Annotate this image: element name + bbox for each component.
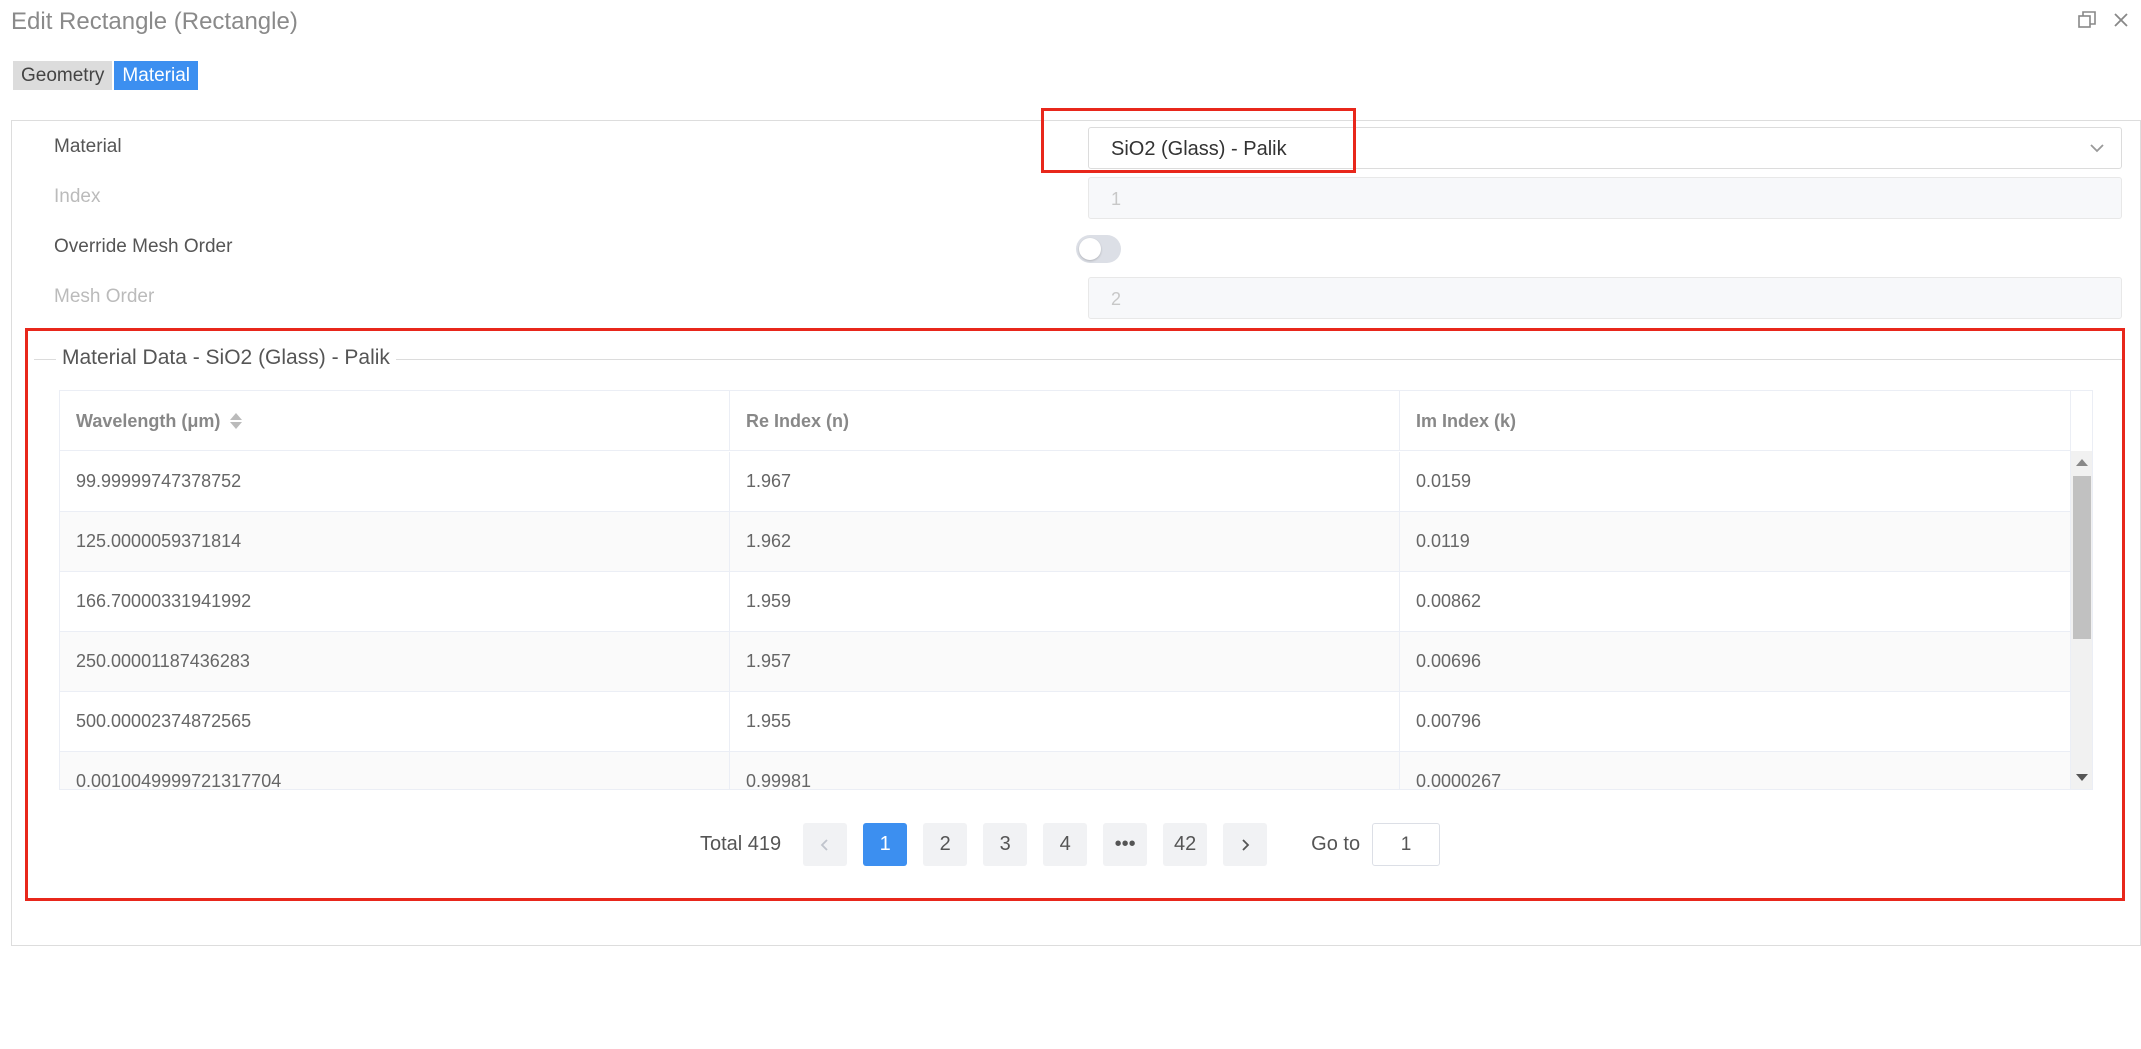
- close-icon[interactable]: [2111, 10, 2131, 30]
- highlight-material-select: [1041, 108, 1356, 173]
- window-controls: [2077, 10, 2131, 30]
- mesh-order-label: Mesh Order: [54, 286, 155, 307]
- toggle-knob: [1079, 238, 1101, 260]
- material-label: Material: [54, 136, 122, 157]
- tab-bar: Geometry Material: [13, 61, 198, 90]
- mesh-order-field: 2: [1088, 277, 2122, 319]
- highlight-material-data: [25, 328, 2125, 901]
- override-mesh-order-label: Override Mesh Order: [54, 236, 233, 257]
- index-label: Index: [54, 186, 101, 207]
- index-field: 1: [1088, 177, 2122, 219]
- override-mesh-order-toggle[interactable]: [1076, 235, 1121, 263]
- chevron-down-icon: [2087, 138, 2107, 158]
- tab-material[interactable]: Material: [114, 61, 198, 90]
- mesh-order-value: 2: [1111, 289, 1122, 309]
- tab-geometry[interactable]: Geometry: [13, 61, 113, 90]
- restore-icon[interactable]: [2077, 10, 2097, 30]
- window-title: Edit Rectangle (Rectangle): [11, 8, 298, 35]
- index-value: 1: [1111, 189, 1122, 209]
